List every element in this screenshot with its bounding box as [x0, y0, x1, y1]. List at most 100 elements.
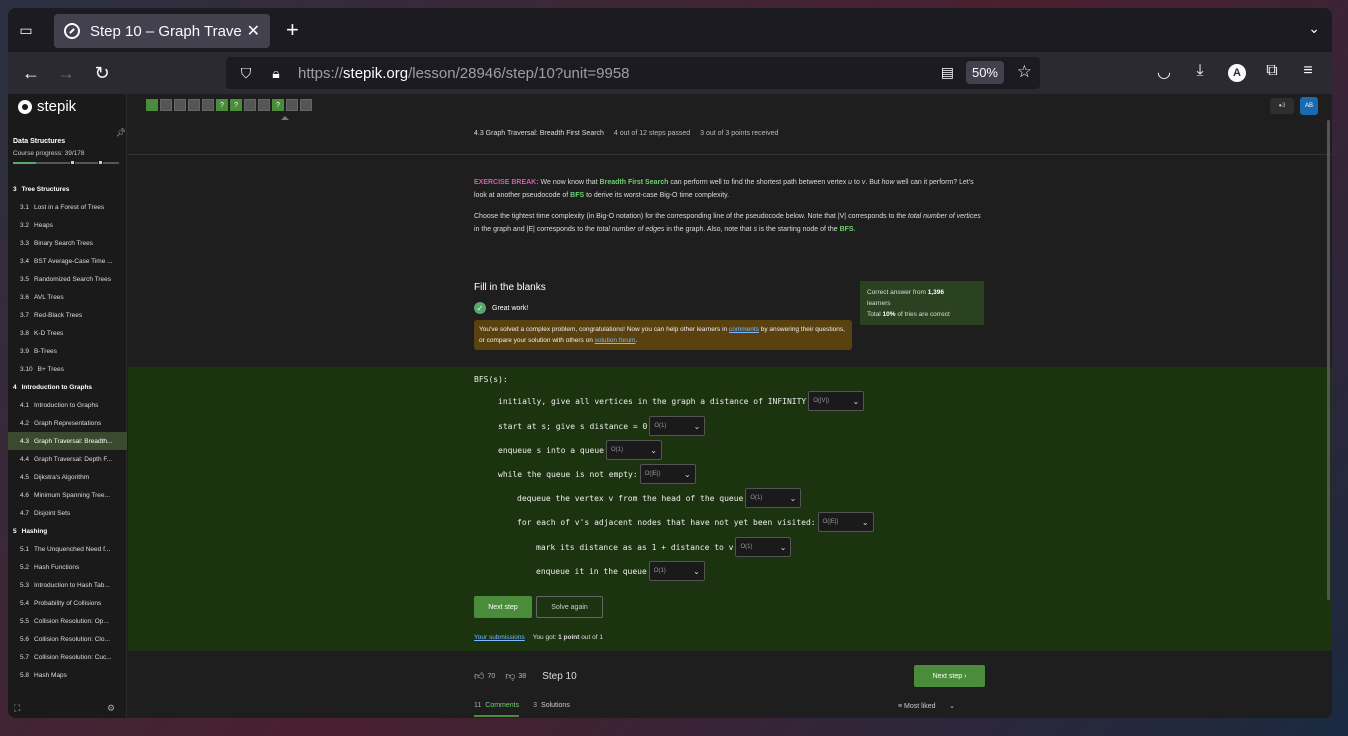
chevron-down-icon[interactable]: ⌄: [1308, 20, 1320, 37]
sidebar-item[interactable]: 4.1 Introduction to Graphs: [8, 396, 127, 414]
sidebar-item[interactable]: 5.5 Collision Resolution: Op...: [8, 612, 127, 630]
complexity-select[interactable]: O(|E|) ⌄: [817, 512, 874, 532]
sidebar-item[interactable]: 5.8 Hash Maps: [8, 666, 127, 684]
sidebar-item[interactable]: 4.6 Minimum Spanning Tree...: [8, 486, 127, 504]
sidebar-item[interactable]: 3.4 BST Average-Case Time ...: [8, 252, 127, 270]
bookmark-star-icon[interactable]: ☆: [1017, 62, 1032, 82]
tab-list-icon[interactable]: ▭: [16, 20, 36, 40]
complexity-select[interactable]: O(1) ⌄: [745, 488, 802, 508]
menu-icon[interactable]: ≡: [1297, 62, 1319, 80]
sidebar-section[interactable]: 3 Tree Structures: [8, 180, 127, 198]
url-bar[interactable]: ⛉ 🔒︎ https://stepik.org/lesson/28946/ste…: [226, 57, 1040, 89]
page-scrollbar[interactable]: [1327, 120, 1330, 600]
complexity-select[interactable]: O(1) ⌄: [605, 440, 662, 460]
sidebar-item[interactable]: 4.7 Disjoint Sets: [8, 504, 127, 522]
forward-icon[interactable]: →: [55, 62, 77, 84]
complexity-select[interactable]: O(|E|) ⌄: [639, 464, 696, 484]
solve-again-button[interactable]: Solve again: [536, 596, 603, 618]
complexity-select[interactable]: O(1) ⌄: [649, 416, 706, 436]
reader-view-icon[interactable]: ▤: [941, 64, 954, 81]
sidebar-section[interactable]: 5 Hashing: [8, 522, 127, 540]
sidebar-item[interactable]: 5.4 Probability of Collisions: [8, 594, 127, 612]
step-indicator[interactable]: [146, 99, 158, 111]
stepik-logo[interactable]: stepik: [18, 98, 76, 115]
lock-icon[interactable]: 🔒︎: [266, 65, 286, 82]
url-text[interactable]: https://stepik.org/lesson/28946/step/10?…: [298, 65, 630, 82]
sidebar-item[interactable]: 3.1 Lost in a Forest of Trees: [8, 198, 127, 216]
tab-active[interactable]: Step 10 – Graph Traversal ✕: [54, 14, 270, 48]
step-indicator[interactable]: [300, 99, 312, 111]
sidebar-item[interactable]: 3.9 B-Trees: [8, 342, 127, 360]
chevron-down-icon: ⌄: [650, 445, 657, 455]
account-avatar[interactable]: A: [1228, 64, 1246, 82]
settings-gear-icon[interactable]: ⚙: [107, 703, 115, 714]
step-indicator[interactable]: [174, 99, 186, 111]
sidebar-item[interactable]: 5.2 Hash Functions: [8, 558, 127, 576]
back-icon[interactable]: ←: [20, 62, 42, 84]
sidebar-item-label: Probability of Collisions: [34, 599, 102, 607]
sidebar-item[interactable]: 4.5 Dijkstra's Algorithm: [8, 468, 127, 486]
next-step-footer-button[interactable]: Next step ›: [914, 665, 985, 687]
pseudocode-line: start at s; give s distance = 0 O(1) ⌄: [498, 416, 706, 436]
sort-select[interactable]: ≡ Most liked ⌄: [898, 702, 955, 710]
sidebar-item[interactable]: 3.7 Red-Black Trees: [8, 306, 127, 324]
sidebar-item[interactable]: 3.8 K-D Trees: [8, 324, 127, 342]
solved-message: You've solved a complex problem, congrat…: [474, 320, 852, 350]
step-indicator[interactable]: ?: [272, 99, 284, 111]
complexity-select[interactable]: O(1) ⌄: [648, 561, 705, 581]
pocket-icon[interactable]: ◡: [1153, 62, 1175, 82]
thumbs-up-icon[interactable]: 👍︎: [474, 670, 484, 682]
sidebar-item[interactable]: 5.3 Introduction to Hash Tab...: [8, 576, 127, 594]
reload-icon[interactable]: ↻: [91, 62, 113, 84]
step-indicator[interactable]: [202, 99, 214, 111]
tab-bar: ▭ Step 10 – Graph Traversal ✕ + ⌄: [8, 8, 1332, 52]
tab-comments[interactable]: 11 Comments: [474, 702, 520, 717]
sidebar-item[interactable]: 3.2 Heaps: [8, 216, 127, 234]
sidebar-item[interactable]: 5.1 The Unquenched Need f...: [8, 540, 127, 558]
chevron-down-icon: ⌄: [779, 542, 787, 552]
next-step-button[interactable]: Next step: [474, 596, 532, 618]
zoom-level-button[interactable]: 50%: [965, 61, 1004, 84]
complexity-select[interactable]: O(1) ⌄: [735, 537, 792, 557]
close-tab-icon[interactable]: ✕: [247, 21, 260, 41]
step-indicator[interactable]: [188, 99, 200, 111]
notifications-badge[interactable]: ● 3: [1270, 98, 1294, 114]
lesson-nav-list: 3 Tree Structures 3.1 Lost in a Forest of T…: [8, 180, 127, 684]
complexity-select[interactable]: O(|V|) ⌄: [808, 391, 865, 411]
step-indicator[interactable]: ?: [230, 99, 242, 111]
sidebar-item[interactable]: 4.3 Graph Traversal: Breadth...: [8, 432, 127, 450]
sidebar-section[interactable]: 4 Introduction to Graphs: [8, 378, 127, 396]
step-indicator[interactable]: [258, 99, 270, 111]
shield-icon[interactable]: ⛉: [236, 65, 256, 82]
nav-bar: ← → ↻ ⛉ 🔒︎ https://stepik.org/lesson/289…: [8, 52, 1332, 94]
downloads-icon[interactable]: ⤓: [1189, 62, 1211, 80]
sidebar-item-label: Hashing: [21, 527, 48, 535]
step-indicator[interactable]: [160, 99, 172, 111]
fullscreen-icon[interactable]: ⛶: [14, 703, 20, 714]
sidebar-item[interactable]: 3.6 AVL Trees: [8, 288, 127, 306]
extensions-icon[interactable]: ⧉: [1261, 62, 1283, 80]
sidebar-item-number: 5.2: [20, 563, 30, 571]
sidebar-item[interactable]: 4.4 Graph Traversal: Depth F...: [8, 450, 127, 468]
new-tab-button[interactable]: +: [286, 19, 299, 41]
pin-icon[interactable]: 📌︎: [116, 128, 126, 137]
course-title[interactable]: Data Structures: [13, 138, 65, 145]
step-indicator[interactable]: [244, 99, 256, 111]
user-avatar[interactable]: AB: [1300, 97, 1318, 115]
tab-solutions[interactable]: 3 Solutions: [533, 702, 570, 717]
sidebar-item-number: 4.7: [20, 509, 30, 517]
sidebar-item[interactable]: 3.10 B+ Trees: [8, 360, 127, 378]
your-submissions-link[interactable]: Your submissions: [474, 634, 525, 641]
sidebar-item[interactable]: 3.3 Binary Search Trees: [8, 234, 127, 252]
sidebar-item[interactable]: 5.7 Collision Resolution: Cuc...: [8, 648, 127, 666]
step-indicator[interactable]: [286, 99, 298, 111]
sidebar-item-number: 5.4: [20, 599, 30, 607]
sidebar-item[interactable]: 5.6 Collision Resolution: Clo...: [8, 630, 127, 648]
solution-forum-link[interactable]: solution forum: [595, 337, 636, 344]
step-indicator[interactable]: ?: [216, 99, 228, 111]
comments-link[interactable]: comments: [729, 326, 759, 333]
thumbs-down-icon[interactable]: 👎︎: [505, 670, 515, 682]
sidebar-item-label: Disjoint Sets: [34, 509, 71, 517]
sidebar-item[interactable]: 3.5 Randomized Search Trees: [8, 270, 127, 288]
sidebar-item[interactable]: 4.2 Graph Representations: [8, 414, 127, 432]
